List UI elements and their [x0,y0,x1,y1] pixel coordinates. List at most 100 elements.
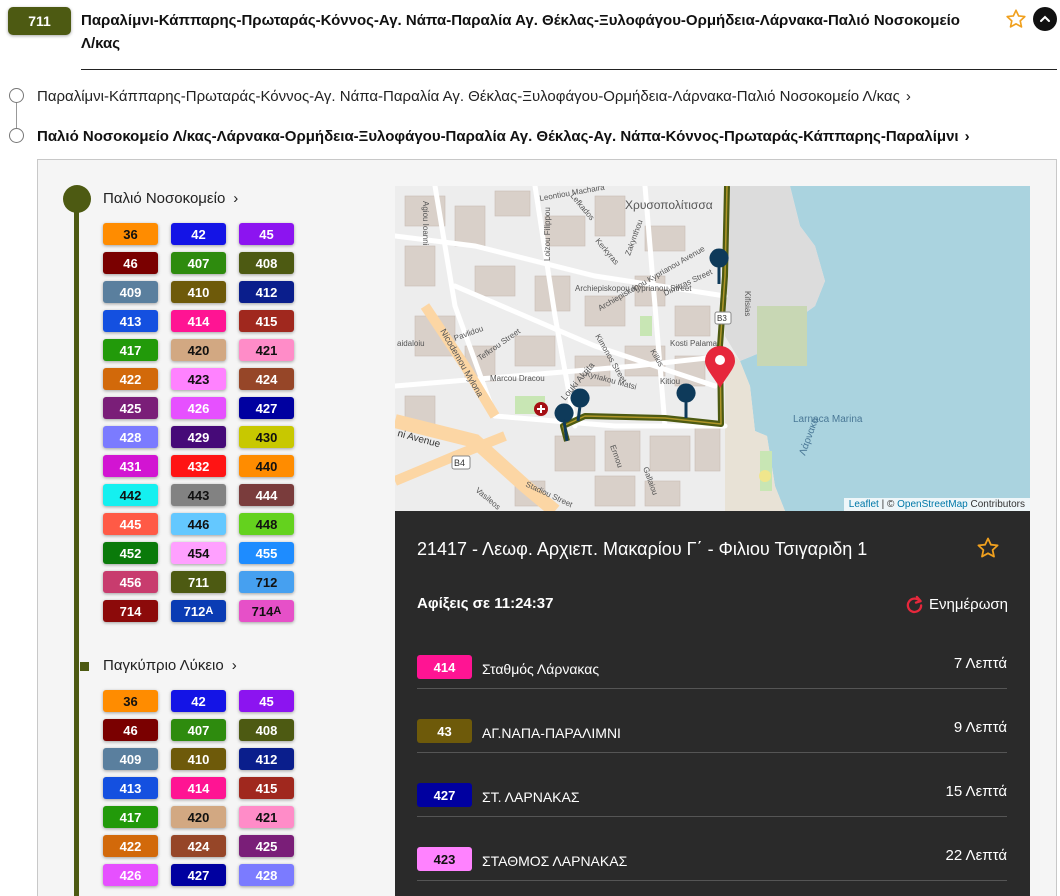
route-chip[interactable]: 415 [239,310,294,332]
route-chip[interactable]: 36 [103,223,158,245]
arrival-route-badge: 414 [417,655,472,679]
route-chip[interactable]: 409 [103,748,158,770]
route-chip[interactable]: 430 [239,426,294,448]
chevron-up-icon [1040,15,1050,22]
route-chip[interactable]: 423 [171,368,226,390]
arrival-destination: ΣΤΑΘΜΟΣ ΛΑΡΝΑΚΑΣ [482,853,628,869]
route-chip[interactable]: 714 [103,600,158,622]
route-chip[interactable]: 42 [171,223,226,245]
stop-title-1[interactable]: Παλιό Νοσοκομείο › [103,190,238,207]
map-label-kosti: Kosti Palama [670,339,718,348]
route-chip[interactable]: 712 A [171,600,226,622]
route-chip[interactable]: 46 [103,719,158,741]
arrivals-panel: 21417 - Λεωφ. Αρχιεπ. Μακαρίου Γ΄ - Φιλι… [395,511,1030,896]
route-chip[interactable]: 412 [239,748,294,770]
map-label-archiep-short: Archiepiskopou Kyprianou Street [575,284,692,293]
route-chip[interactable]: 455 [239,542,294,564]
timeline-current-stop-dot [63,185,91,213]
route-chip[interactable]: 407 [171,252,226,274]
route-chip[interactable]: 425 [103,397,158,419]
route-chip[interactable]: 428 [103,426,158,448]
route-chip[interactable]: 452 [103,542,158,564]
route-chip[interactable]: 425 [239,835,294,857]
route-chip[interactable]: 712 [239,571,294,593]
route-chip[interactable]: 426 [171,397,226,419]
route-chip[interactable]: 442 [103,484,158,506]
route-chip[interactable]: 422 [103,835,158,857]
route-chip[interactable]: 417 [103,339,158,361]
route-chip[interactable]: 445 [103,513,158,535]
route-chip[interactable]: 45 [239,690,294,712]
chevron-right-icon: › [964,127,970,145]
map-label-kifisias: Kifisias [743,291,752,316]
route-chip[interactable]: 454 [171,542,226,564]
map-label-marina: Larnaca Marina [793,414,863,425]
route-chip[interactable]: 46 [103,252,158,274]
route-chip[interactable]: 426 [103,864,158,886]
route-chip[interactable]: 444 [239,484,294,506]
map-view[interactable]: Χρυσοπολίτισσα Larnaca Marina Λάρνακα Ni… [395,186,1030,511]
route-chip[interactable]: 412 [239,281,294,303]
refresh-button[interactable]: Ενημέρωση [905,595,1008,614]
route-chip[interactable]: 424 [171,835,226,857]
route-chip[interactable]: 36 [103,690,158,712]
arrival-row[interactable]: 423 ΣΤΑΘΜΟΣ ΛΑΡΝΑΚΑΣ 22 Λεπτά [417,847,1007,881]
route-chip[interactable]: 446 [171,513,226,535]
route-chip[interactable]: 432 [171,455,226,477]
route-chip[interactable]: 456 [103,571,158,593]
route-chip[interactable]: 711 [171,571,226,593]
map-label-b3: B3 [717,314,727,323]
route-chip[interactable]: 431 [103,455,158,477]
osm-link[interactable]: OpenStreetMap [897,499,968,510]
route-chip[interactable]: 414 [171,777,226,799]
route-chip[interactable]: 410 [171,748,226,770]
arrival-row[interactable]: 43 ΑΓ.ΝΑΠΑ-ΠΑΡΑΛΙΜΝΙ 9 Λεπτά [417,719,1007,753]
route-chip[interactable]: 448 [239,513,294,535]
route-chip[interactable]: 420 [171,339,226,361]
arrival-minutes: 15 Λεπτά [945,783,1007,800]
direction-option-1[interactable]: Παραλίμνι-Κάππαρης-Πρωταράς-Κόννος-Αγ. Ν… [37,86,911,106]
route-chip[interactable]: 427 [239,397,294,419]
route-chip[interactable]: 424 [239,368,294,390]
route-chip[interactable]: 409 [103,281,158,303]
route-chip[interactable]: 417 [103,806,158,828]
route-chip[interactable]: 408 [239,252,294,274]
route-chip[interactable]: 415 [239,777,294,799]
arrival-destination: ΑΓ.ΝΑΠΑ-ΠΑΡΑΛΙΜΝΙ [482,725,621,741]
route-chip[interactable]: 413 [103,777,158,799]
route-chip[interactable]: 413 [103,310,158,332]
map-label-vasileos: Vasileos [474,486,503,511]
route-chip[interactable]: 429 [171,426,226,448]
route-chip[interactable]: 42 [171,690,226,712]
route-chip[interactable]: 428 [239,864,294,886]
stop-title-2[interactable]: Παγκύπριο Λύκειο › [103,657,237,674]
route-chip[interactable]: 714 A [239,600,294,622]
route-chip[interactable]: 408 [239,719,294,741]
collapse-button[interactable] [1033,7,1057,31]
route-chip[interactable]: 420 [171,806,226,828]
map-label-kerkyras: Kerkyras [593,237,620,267]
arrival-row[interactable]: 427 ΣΤ. ΛΑΡΝΑΚΑΣ 15 Λεπτά [417,783,1007,817]
header-divider [81,69,1057,70]
route-chip[interactable]: 410 [171,281,226,303]
route-chip[interactable]: 421 [239,806,294,828]
direction-option-2[interactable]: Παλιό Νοσοκομείο Λ/κας-Λάρνακα-Ορμήδεια-… [37,126,970,146]
direction-radio-2[interactable] [9,128,24,143]
route-chip[interactable]: 427 [171,864,226,886]
direction-radio-1[interactable] [9,88,24,103]
map-label-agiou: Agiou Ioanni [421,201,430,246]
route-chip[interactable]: 414 [171,310,226,332]
stop-name: Παλιό Νοσοκομείο [103,190,226,207]
direction-connector [16,101,17,129]
star-outline-icon[interactable] [976,536,1000,560]
route-chip[interactable]: 407 [171,719,226,741]
route-chip[interactable]: 45 [239,223,294,245]
route-chip[interactable]: 421 [239,339,294,361]
route-chip[interactable]: 443 [171,484,226,506]
arrival-route-badge: 43 [417,719,472,743]
star-outline-icon[interactable] [1005,8,1027,30]
arrival-row[interactable]: 414 Σταθμός Λάρνακας 7 Λεπτά [417,655,1007,689]
route-chip[interactable]: 422 [103,368,158,390]
leaflet-link[interactable]: Leaflet [849,499,879,510]
route-chip[interactable]: 440 [239,455,294,477]
